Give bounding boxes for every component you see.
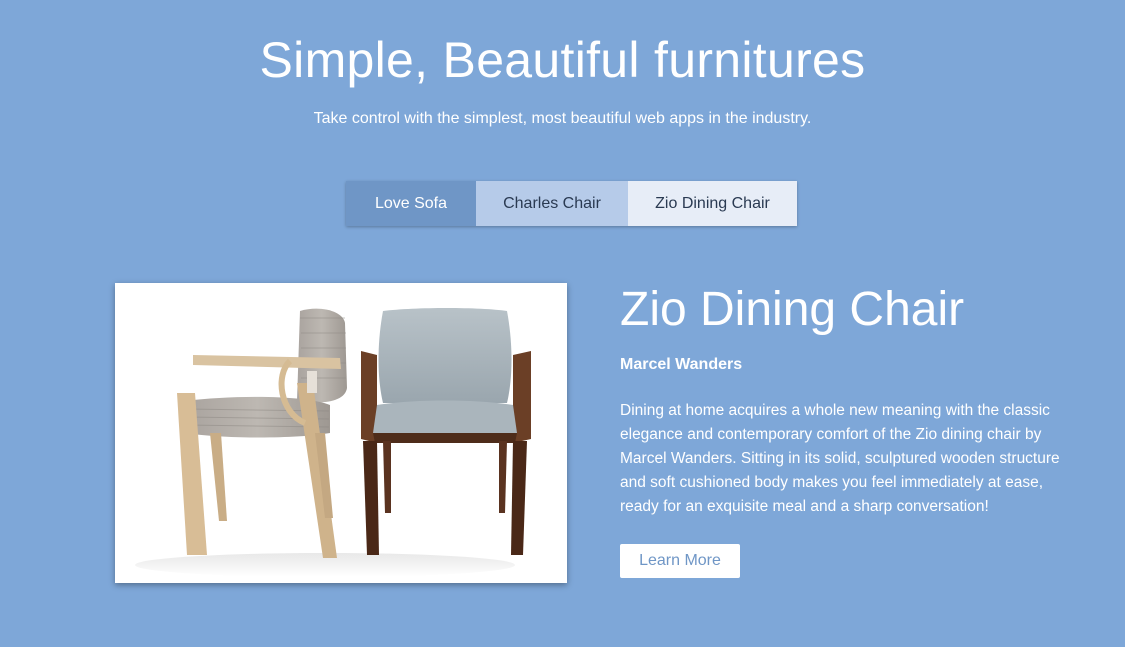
product-image	[115, 283, 567, 583]
tab-zio-dining-chair[interactable]: Zio Dining Chair	[628, 181, 797, 226]
product-tabs: Love Sofa Charles Chair Zio Dining Chair	[346, 181, 797, 226]
chairs-illustration	[135, 308, 531, 577]
page-title: Simple, Beautiful furnitures	[259, 32, 866, 88]
learn-more-button[interactable]: Learn More	[620, 544, 740, 578]
walnut-chair	[361, 308, 531, 555]
oak-chair	[177, 308, 347, 558]
tab-charles-chair[interactable]: Charles Chair	[476, 181, 628, 226]
page-subtitle: Take control with the simplest, most bea…	[313, 110, 812, 127]
product-designer: Marcel Wanders	[620, 356, 743, 373]
product-title: Zio Dining Chair	[620, 283, 965, 336]
tab-love-sofa[interactable]: Love Sofa	[346, 181, 476, 226]
product-description: Dining at home acquires a whole new mean…	[620, 402, 1060, 515]
